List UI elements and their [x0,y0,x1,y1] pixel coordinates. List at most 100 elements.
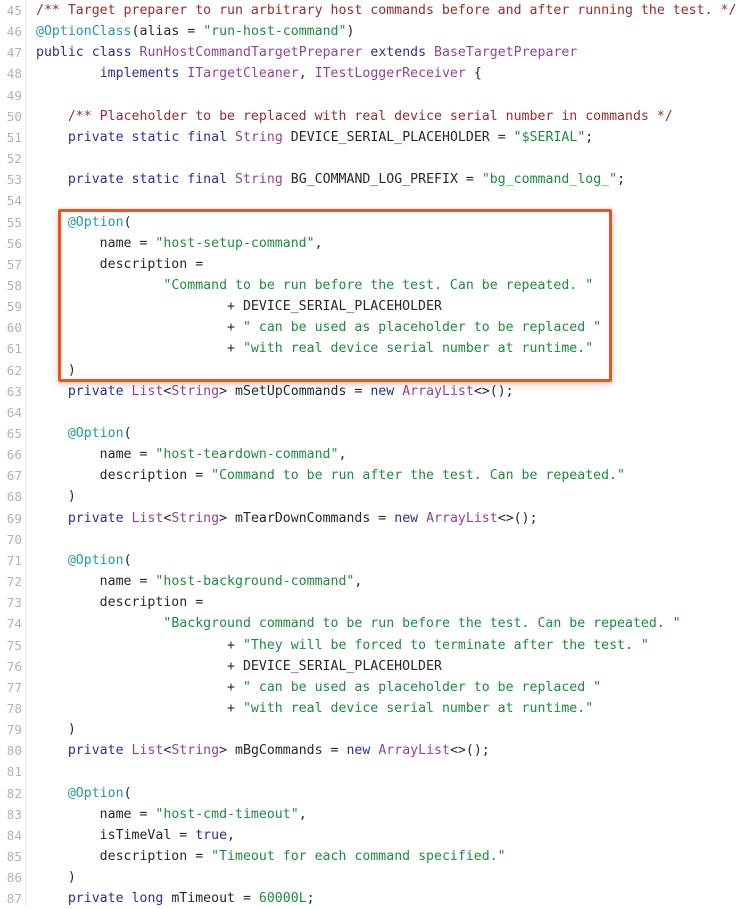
line-content: name = "host-cmd-timeout", [36,804,307,825]
token-st: "host-background-command" [155,574,355,590]
line-number: 83 [6,806,22,822]
code-line[interactable]: 52 [0,148,740,169]
code-line[interactable]: 54 [0,190,740,211]
token-st: "Command to be run after the test. Can b… [211,468,626,484]
line-content: /** Target preparer to run arbitrary hos… [36,0,736,21]
line-number: 70 [6,531,22,547]
token-ty: BaseTargetPreparer [434,45,578,61]
line-content: /** Placeholder to be replaced with real… [36,106,673,127]
line-content: "Command to be run before the test. Can … [36,275,593,296]
line-number: 64 [6,404,22,420]
code-line[interactable]: 45 /** Target preparer to run arbitrary h… [0,0,740,21]
token-pl: + [36,700,243,716]
code-line[interactable]: 73 description = [0,592,740,613]
code-line[interactable]: 66 name = "host-teardown-command", [0,444,740,465]
code-line[interactable]: 46 @OptionClass(alias = "run-host-command… [0,21,740,42]
code-line[interactable]: 72 name = "host-background-command", [0,571,740,592]
code-line[interactable]: 70 [0,529,740,550]
code-line[interactable]: 81 [0,761,740,782]
code-line[interactable]: 65 @Option( [0,423,740,444]
code-line[interactable]: 79 ) [0,719,740,740]
code-line[interactable]: 83 name = "host-cmd-timeout", [0,804,740,825]
code-line[interactable]: 77 + " can be used as placeholder to be … [0,677,740,698]
code-line[interactable]: 67 description = "Command to be run afte… [0,465,740,486]
code-line[interactable]: 84 isTimeVal = true, [0,825,740,846]
token-bl: true [195,827,228,843]
token-pl: { [465,66,482,82]
token-pl: ; [585,129,594,145]
line-content: + "with real device serial number at run… [36,338,593,359]
token-pl: ( [123,214,132,230]
line-number: 62 [6,362,22,378]
code-line[interactable]: 48 implements ITargetCleaner, ITestLogge… [0,63,740,84]
code-line[interactable]: 49 [0,85,740,106]
code-line[interactable]: 86 ) [0,867,740,888]
token-kw: private [67,891,124,907]
token-pl: BG_COMMAND_LOG_PREFIX = [282,172,482,188]
token-st: "run-host-command" [203,24,347,40]
code-line[interactable]: 61 + "with real device serial number at … [0,338,740,359]
code-line[interactable]: 56 name = "host-setup-command", [0,233,740,254]
code-line[interactable]: 55 @Option( [0,212,740,233]
line-content: "Background command to be run before the… [36,613,681,634]
code-line[interactable]: 74 "Background command to be run before … [0,613,740,634]
code-line[interactable]: 78 + "with real device serial number at … [0,698,740,719]
code-line[interactable]: 50 /** Placeholder to be replaced with r… [0,106,740,127]
token-an: @Option [67,426,124,441]
code-line[interactable]: 82 @Option( [0,783,740,804]
line-number: 53 [6,172,22,188]
token-kw: new [370,383,395,399]
token-st: " can be used as placeholder to be repla… [242,679,602,695]
line-number: 77 [6,679,22,695]
token-kw: static [131,129,180,145]
token-pl: , [338,447,347,463]
line-content: + "They will be forced to terminate afte… [36,635,649,656]
code-line[interactable]: 68 ) [0,486,740,507]
token-kw: private [67,743,124,759]
code-line[interactable]: 47 public class RunHostCommandTargetPrepa… [0,42,740,63]
token-kw: private [67,510,124,526]
code-line[interactable]: 71 @Option( [0,550,740,571]
line-number: 86 [6,870,22,886]
line-number: 75 [6,637,22,653]
code-viewer[interactable]: 45 /** Target preparer to run arbitrary h… [0,0,740,906]
code-line[interactable]: 53 private static final String BG_COMMAN… [0,169,740,190]
token-kw: implements [99,66,180,82]
line-number: 73 [6,595,22,611]
code-line[interactable]: 75 + "They will be forced to terminate a… [0,635,740,656]
token-kw: public [36,45,84,61]
token-pl: + [36,679,243,695]
token-kw: extends [370,45,427,61]
code-line[interactable]: 64 [0,402,740,423]
code-line[interactable]: 85 description = "Timeout for each comma… [0,846,740,867]
token-pl: description = [36,468,212,484]
code-line[interactable]: 51 private static final String DEVICE_SE… [0,127,740,148]
token-pl: alias [139,24,180,40]
code-line[interactable]: 60 + " can be used as placeholder to be … [0,317,740,338]
code-line[interactable]: 63 private List<String> mSetUpCommands =… [0,381,740,402]
code-line[interactable]: 62 ) [0,360,740,381]
token-kw: static [131,172,180,188]
code-line[interactable]: 80 private List<String> mBgCommands = ne… [0,740,740,761]
line-number: 63 [6,383,22,399]
code-line[interactable]: 57 description = [0,254,740,275]
token-st: "Timeout for each command specified." [211,849,506,864]
token-st: " can be used as placeholder to be repla… [242,320,602,336]
code-line[interactable]: 58 "Command to be run before the test. C… [0,275,740,296]
token-ty: String [235,172,283,188]
code-line[interactable]: 59 + DEVICE_SERIAL_PLACEHOLDER [0,296,740,317]
token-an: @Option [67,552,124,568]
token-ty: ArrayList [402,383,474,399]
token-kw: long [131,891,164,907]
code-line[interactable]: 76 + DEVICE_SERIAL_PLACEHOLDER [0,656,740,677]
code-line[interactable]: 69 private List<String> mTearDownCommand… [0,508,740,529]
token-pl: description = [36,256,204,272]
